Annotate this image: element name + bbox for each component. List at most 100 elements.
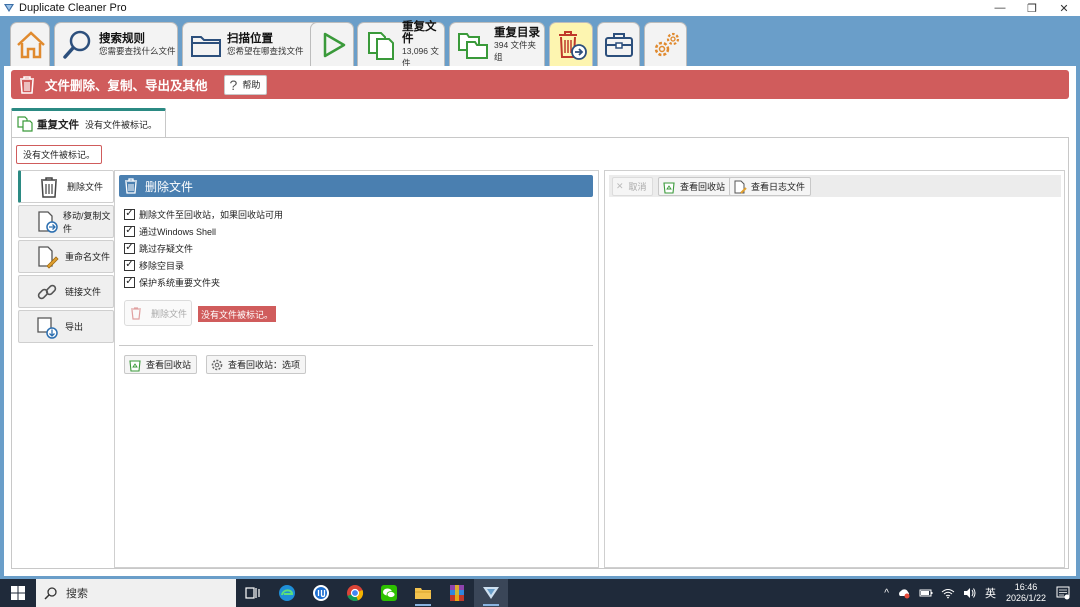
title-bar: Duplicate Cleaner Pro — ❐ ✕ (0, 0, 1080, 16)
wifi-icon[interactable] (941, 587, 955, 599)
view-log-file-button[interactable]: 查看日志文件 (729, 177, 812, 196)
tab-file-removal[interactable] (549, 22, 593, 66)
log-toolbar: ✕ 取消 查看回收站 查看日志文件 (609, 175, 1061, 197)
delete-files-panel: 删除文件 ✓ 删除文件至回收站，如果回收站可用 ✓ 通过Windows Shell … (114, 170, 599, 568)
tab-sublabel: 394 文件夹组 (494, 39, 537, 62)
tab-tools[interactable] (597, 22, 640, 66)
nav-link-files[interactable]: 链接文件 (18, 275, 114, 308)
wechat-icon (381, 585, 397, 601)
option-recycle-bin[interactable]: ✓ 删除文件至回收站，如果回收站可用 (124, 207, 283, 221)
trash-icon (20, 75, 34, 94)
taskbar-app-winrar[interactable] (440, 579, 474, 607)
home-icon (17, 30, 45, 58)
file-move-icon (38, 210, 58, 233)
recycle-bin-options-button[interactable]: 查看回收站：选项 (206, 355, 307, 374)
banner-title: 文件删除、复制、导出及其他 (45, 79, 208, 93)
trash-icon (130, 307, 141, 320)
nav-delete-files[interactable]: 删除文件 (18, 170, 114, 203)
help-button[interactable]: ? 帮助 (223, 74, 268, 95)
tab-duplicate-files[interactable]: 重复文件 13,096 文件 (357, 21, 445, 68)
nav-rename-files[interactable]: 重命名文件 (18, 240, 114, 273)
tab-sublabel: 您希望在哪查找文件 (227, 45, 304, 56)
clock-date: 2026/1/22 (1005, 593, 1046, 603)
taskbar-app-duplicate-cleaner[interactable] (474, 579, 508, 607)
gears-icon (654, 32, 680, 56)
nav-label: 删除文件 (67, 182, 104, 192)
nav-label: 重命名文件 (65, 252, 111, 262)
cancel-button[interactable]: ✕ 取消 (612, 177, 653, 196)
search-icon (44, 587, 57, 600)
task-view-button[interactable] (236, 579, 270, 607)
divider (119, 345, 593, 346)
checkbox[interactable]: ✓ (124, 259, 135, 271)
minimize-button[interactable]: — (984, 0, 1016, 16)
subtab-title: 重复文件 (37, 118, 79, 131)
button-label: 查看回收站：选项 (228, 360, 301, 370)
play-icon (323, 32, 346, 57)
ime-indicator[interactable]: 英 (985, 585, 996, 601)
windows-logo-icon (11, 586, 25, 600)
view-recycle-bin-button[interactable]: 查看回收站 (124, 355, 198, 374)
nav-label: 移动/复制文件 (63, 210, 111, 234)
help-label: 帮助 (242, 80, 261, 90)
option-protect-system-folders[interactable]: ✓ 保护系统重要文件夹 (124, 275, 220, 289)
clock[interactable]: 16:46 2026/1/22 (1006, 582, 1046, 604)
main-area: 文件删除、复制、导出及其他 ? 帮助 重复文件 没有文件被标记。 没有文件被标记… (4, 66, 1076, 576)
tab-duplicate-folders[interactable]: 重复目录 394 文件夹组 (449, 22, 545, 66)
nav-export[interactable]: 导出 (18, 310, 114, 343)
cloud-status-icon[interactable] (897, 587, 911, 599)
battery-icon[interactable] (919, 587, 933, 599)
view-recycle-bin-button[interactable]: 查看回收站 (658, 177, 732, 196)
folder-icon (191, 35, 221, 57)
delete-files-button[interactable]: 删除文件 (124, 300, 192, 326)
log-panel: ✕ 取消 查看回收站 查看日志文件 (604, 170, 1065, 568)
file-rename-icon (38, 245, 59, 269)
gear-icon (211, 359, 223, 370)
taskbar-app-wechat[interactable] (372, 579, 406, 607)
notification-icon[interactable] (1056, 586, 1070, 600)
folder-icon (415, 588, 431, 599)
volume-icon[interactable] (963, 587, 977, 599)
toolbox-icon (605, 32, 633, 57)
option-remove-empty-dirs[interactable]: ✓ 移除空目录 (124, 258, 184, 272)
taskbar-app-chrome[interactable] (338, 579, 372, 607)
chevron-up-icon[interactable]: ^ (884, 588, 889, 599)
taskbar-app-file-explorer[interactable] (406, 579, 440, 607)
button-label: 取消 (628, 182, 647, 192)
taskbar-app-edge[interactable] (270, 579, 304, 607)
tab-sublabel: 13,096 文件 (402, 45, 439, 68)
link-icon (37, 284, 57, 299)
close-button[interactable]: ✕ (1048, 0, 1080, 16)
checkbox[interactable]: ✓ (124, 242, 135, 254)
tab-start-scan[interactable] (310, 22, 354, 66)
panel-title: 删除文件 (145, 179, 194, 194)
option-skip-suspect[interactable]: ✓ 跳过存疑文件 (124, 241, 193, 255)
trash-icon (125, 178, 137, 194)
tab-home[interactable] (10, 22, 50, 66)
checkbox[interactable]: ✓ (124, 276, 135, 288)
action-nav: 删除文件 移动/复制文件 重命名文件 链接文件 导出 (18, 170, 114, 345)
tab-search-rules[interactable]: 搜索规则 您需要查找什么文件 (54, 22, 178, 66)
subtab-duplicate-files[interactable]: 重复文件 没有文件被标记。 (11, 108, 167, 137)
restore-button[interactable]: ❐ (1016, 0, 1048, 16)
tab-sublabel: 您需要查找什么文件 (99, 45, 176, 56)
delete-button-label: 删除文件 (150, 308, 187, 319)
checkbox[interactable]: ✓ (124, 208, 135, 220)
tab-settings[interactable] (644, 22, 687, 66)
taskbar-search[interactable]: 搜索 (36, 579, 236, 607)
close-icon: ✕ (616, 181, 624, 191)
option-windows-shell[interactable]: ✓ 通过Windows Shell (124, 224, 216, 238)
taskbar: 搜索 ^ 英 16:46 2026/1/22 (0, 579, 1080, 607)
nav-move-copy-files[interactable]: 移动/复制文件 (18, 205, 114, 238)
option-label: 移除空目录 (139, 260, 185, 271)
option-label: 通过Windows Shell (139, 226, 217, 237)
taskbar-app-iu[interactable] (304, 579, 338, 607)
start-button[interactable] (0, 579, 36, 607)
subtab-status: 没有文件被标记。 (85, 119, 158, 130)
checkbox[interactable]: ✓ (124, 225, 135, 237)
ribbon-tabs: 搜索规则 您需要查找什么文件 扫描位置 您希望在哪查找文件 重复文件 13,096 文… (0, 16, 1080, 68)
question-icon: ? (229, 76, 238, 93)
recycle-bin-icon (129, 359, 141, 372)
option-label: 跳过存疑文件 (139, 243, 194, 254)
window-title: Duplicate Cleaner Pro (19, 2, 127, 14)
